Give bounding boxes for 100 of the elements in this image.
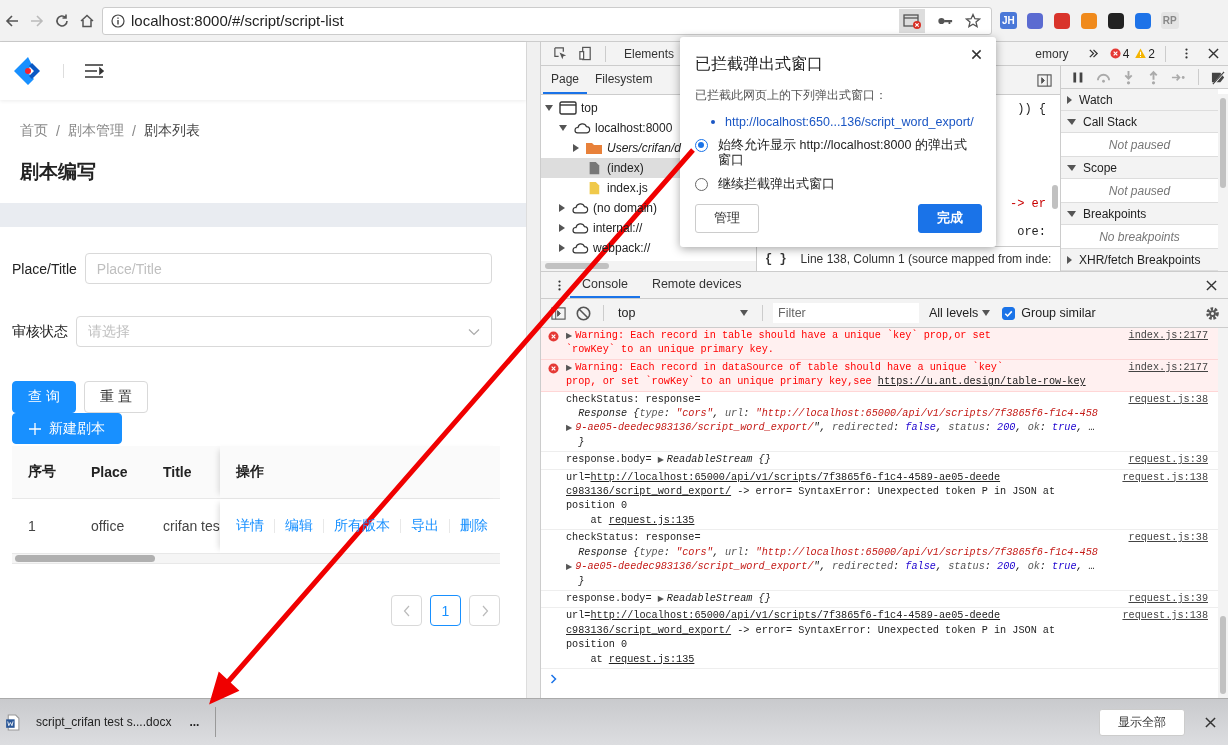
chevron-left-icon (402, 604, 411, 617)
address-bar[interactable]: localhost:8000/#/script/script-list (102, 6, 992, 35)
dialog-message: 已拦截此网页上的下列弹出式窗口： (695, 87, 888, 104)
expand-arrow-icon[interactable] (1067, 164, 1076, 171)
dropdown-arrow-icon[interactable] (740, 310, 748, 316)
popup-blocked-icon[interactable] (899, 8, 925, 33)
devtools-tab[interactable]: Elements (616, 46, 683, 61)
section-header[interactable]: Scope (1061, 157, 1218, 179)
table-cell-text: office (90, 518, 126, 534)
expand-arrow-icon[interactable] (559, 244, 565, 252)
breadcrumb-separator: / (131, 123, 136, 139)
settings-icon[interactable] (1205, 305, 1220, 321)
info-icon[interactable] (111, 13, 125, 28)
warning-icon (1135, 48, 1147, 59)
navigator-tab[interactable]: Page (543, 66, 588, 94)
source-link[interactable]: index.js:2177 (1128, 360, 1208, 376)
expand-arrow-icon[interactable] (1067, 95, 1072, 104)
star-icon[interactable] (965, 12, 981, 29)
section-header[interactable]: Breakpoints (1061, 203, 1218, 225)
expand-arrow-icon[interactable] (1067, 118, 1076, 125)
section-header[interactable]: Call Stack (1061, 111, 1218, 133)
back-icon[interactable] (4, 12, 20, 29)
clear-console-icon[interactable] (576, 305, 591, 321)
source-link[interactable]: request.js:38 (1128, 392, 1208, 408)
code-text: )) { (1017, 101, 1046, 117)
show-all-button[interactable]: 显示全部 (1099, 708, 1185, 736)
filter-input[interactable]: Filter (773, 303, 919, 323)
dialog-title: 已拦截弹出式窗口 (695, 54, 823, 74)
radio-label[interactable]: 继续拦截弹出式窗口 (718, 177, 978, 192)
error-icon (548, 331, 559, 342)
section-header[interactable]: Watch (1061, 89, 1218, 111)
scrollbar-thumb[interactable] (1220, 98, 1226, 188)
console-message: ▶ Warning: Each record in table should have a unique `key` prop,or set `rowKey` to an unique primary key. (566, 329, 992, 358)
breadcrumb-item[interactable]: 首页 (20, 122, 48, 140)
drawer-tab[interactable]: Remote devices (639, 272, 754, 298)
done-button[interactable]: 完成 (918, 204, 982, 233)
scrollbar-thumb[interactable] (1220, 616, 1226, 694)
levels-dropdown[interactable]: All levels (929, 306, 991, 320)
extension-badge[interactable]: JH (1000, 12, 1017, 29)
devtools-tab[interactable]: emory (1027, 46, 1077, 61)
warning-count: 2 (1148, 46, 1155, 61)
more-button[interactable]: ... (189, 715, 200, 729)
error-icon (1109, 48, 1121, 59)
download-file-name[interactable]: script_crifan test s....docx (36, 715, 172, 729)
scrollbar-thumb[interactable] (15, 555, 155, 562)
reset-button[interactable]: 重 置 (83, 381, 148, 413)
text-input[interactable]: Place/Title (84, 253, 492, 284)
column-header: 操作 (220, 446, 500, 498)
source-link[interactable]: request.js:138 (1122, 470, 1208, 486)
field-label: Place/Title (12, 260, 77, 277)
expand-arrow-icon[interactable] (559, 224, 565, 232)
breadcrumb-item: 剧本列表 (143, 122, 200, 140)
section-header[interactable]: XHR/fetch Breakpoints (1061, 249, 1218, 271)
home-icon[interactable] (79, 12, 95, 29)
navigator-tab[interactable]: Filesystem (587, 66, 661, 94)
inspect-icon[interactable] (553, 46, 568, 61)
context-select[interactable]: top (614, 306, 752, 320)
error-icon (548, 362, 559, 374)
scrollbar-thumb[interactable] (1052, 185, 1058, 209)
close-icon[interactable] (1206, 279, 1217, 291)
code-text: ore: (1017, 224, 1046, 240)
pretty-print-button[interactable]: { } (765, 252, 787, 266)
frame-icon (559, 101, 577, 115)
expand-arrow-icon[interactable] (1067, 210, 1076, 217)
expand-arrow-icon[interactable] (573, 144, 579, 152)
expand-arrow-icon[interactable] (559, 125, 567, 131)
source-link[interactable]: request.js:39 (1128, 591, 1208, 607)
code-text: -> er (1010, 196, 1046, 212)
checkbox-label: Group similar (1021, 306, 1096, 320)
console-message: url=http://localhost:65000/api/v1/scripts/7f3865f6-f1c4-4589-ae05-deede c983136/script_word_export/ -> error= SyntaxError: Unexpected token P in JSON at position 0 at request.js:135 (566, 609, 1057, 667)
close-icon[interactable] (971, 49, 982, 60)
close-icon[interactable] (1205, 716, 1216, 728)
sidebar-toggle-icon[interactable] (551, 305, 566, 321)
source-link[interactable]: index.js:2177 (1128, 329, 1208, 344)
expand-arrow-icon[interactable] (545, 105, 553, 111)
device-icon[interactable] (578, 46, 593, 61)
console-message: response.body= ▶ ReadableStream {} (566, 453, 772, 468)
prompt-icon[interactable] (550, 673, 558, 684)
url-text: localhost:8000/#/script/script-list (131, 12, 344, 29)
dropdown-arrow-icon[interactable] (982, 310, 991, 316)
table-cell-text: crifan tes (162, 518, 220, 534)
manage-button[interactable]: 管理 (695, 204, 759, 233)
folder-icon (585, 141, 603, 155)
column-header: 序号 (27, 463, 57, 481)
expand-arrow-icon[interactable] (1067, 255, 1072, 264)
reload-icon[interactable] (54, 12, 70, 29)
extension-icon[interactable] (1106, 11, 1125, 30)
checkbox[interactable] (1002, 306, 1016, 320)
popup-link[interactable]: http://localhost:650...136/script_word_export/ (725, 115, 974, 129)
deactivate-breakpoints-icon[interactable] (1211, 69, 1226, 85)
source-link[interactable]: request.js:39 (1128, 453, 1208, 468)
source-link[interactable]: request.js:38 (1128, 531, 1208, 546)
toggle-pane-icon[interactable] (1037, 72, 1052, 88)
close-icon[interactable] (1208, 48, 1219, 59)
more-tabs-icon[interactable] (1087, 48, 1099, 59)
source-link[interactable]: request.js:138 (1122, 609, 1208, 624)
menu-icon[interactable] (84, 63, 104, 79)
cloud-icon (571, 241, 589, 255)
expand-arrow-icon[interactable] (559, 204, 565, 212)
breadcrumb-item[interactable]: 剧本管理 (67, 122, 124, 140)
